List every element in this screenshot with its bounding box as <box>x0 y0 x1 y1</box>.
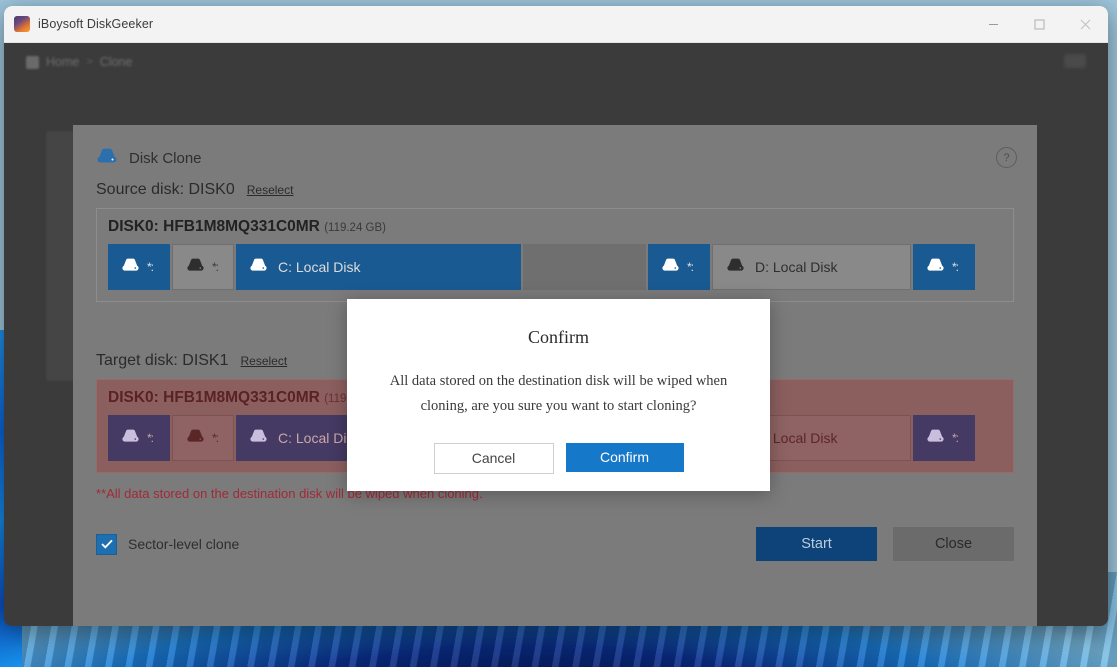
source-disk-size: (119.24 GB) <box>324 222 386 234</box>
source-partition-3 <box>523 244 646 290</box>
partition-disk-icon <box>120 428 141 448</box>
sector-level-clone-checkbox[interactable] <box>96 533 117 555</box>
partition-label: C: Local Disk <box>278 259 361 275</box>
partition-disk-icon <box>660 257 681 277</box>
source-partition-6[interactable]: *: <box>913 244 975 290</box>
minimize-icon[interactable] <box>970 6 1016 42</box>
help-icon[interactable]: ? <box>996 147 1017 168</box>
target-disk-label: Target disk: DISK1 <box>96 352 229 369</box>
partition-unnamed-label: *: <box>147 431 154 445</box>
breadcrumb-home[interactable]: Home <box>46 55 79 69</box>
partition-disk-icon <box>725 257 746 277</box>
close-button[interactable]: Close <box>893 527 1014 561</box>
source-partition-0[interactable]: *: <box>108 244 170 290</box>
checkmark-icon <box>100 539 113 549</box>
panel-footer: Sector-level clone Start Close <box>96 527 1014 561</box>
target-disk-name: DISK0: HFB1M8MQ331C0MR <box>108 389 320 406</box>
source-disk-box: DISK0: HFB1M8MQ331C0MR (119.24 GB) *: *: C… <box>96 208 1014 302</box>
confirm-dialog-buttons: Cancel Confirm <box>347 442 770 474</box>
panel-title: Disk Clone <box>129 149 202 167</box>
application-body: Home > Clone Disk Clone ? Source disk: D… <box>4 43 1108 626</box>
footer-buttons: Start Close <box>756 527 1014 561</box>
cancel-button[interactable]: Cancel <box>433 442 554 474</box>
confirm-button[interactable]: Confirm <box>565 442 684 472</box>
title-bar: iBoysoft DiskGeeker <box>4 6 1108 43</box>
partition-label: D: Local Disk <box>755 259 838 275</box>
confirm-dialog: Confirm All data stored on the destinati… <box>347 299 770 491</box>
source-partition-4[interactable]: *: <box>648 244 710 290</box>
source-disk-section: Source disk: DISK0 Reselect DISK0: HFB1M… <box>73 181 1037 302</box>
breadcrumb-current: Clone <box>99 55 133 69</box>
maximize-icon[interactable] <box>1016 6 1062 42</box>
partition-disk-icon <box>185 428 206 448</box>
sector-level-clone-label: Sector-level clone <box>128 536 240 552</box>
toolbar-chip[interactable] <box>1064 54 1086 68</box>
partition-disk-icon <box>248 428 269 448</box>
partition-disk-icon <box>120 257 141 277</box>
source-disk-name: DISK0: HFB1M8MQ331C0MR <box>108 218 320 235</box>
target-partition-6[interactable]: *: <box>913 415 975 461</box>
panel-header: Disk Clone ? <box>73 125 1037 181</box>
partition-unnamed-label: *: <box>952 431 959 445</box>
confirm-dialog-message: All data stored on the destination disk … <box>389 373 728 415</box>
sector-level-clone-option[interactable]: Sector-level clone <box>96 533 240 555</box>
app-logo-icon <box>14 16 30 32</box>
source-reselect-link[interactable]: Reselect <box>247 183 294 197</box>
partition-unnamed-label: *: <box>147 260 154 274</box>
partition-unnamed-label: *: <box>212 431 219 445</box>
partition-disk-icon <box>925 428 946 448</box>
source-partition-1[interactable]: *: <box>172 244 234 290</box>
partition-unnamed-label: *: <box>212 260 219 274</box>
window-controls <box>970 6 1108 42</box>
breadcrumb: Home > Clone <box>26 55 132 69</box>
source-disk-name-row: DISK0: HFB1M8MQ331C0MR (119.24 GB) <box>108 218 1002 236</box>
partition-disk-icon <box>925 257 946 277</box>
target-reselect-link[interactable]: Reselect <box>241 354 288 368</box>
breadcrumb-separator: > <box>86 56 93 68</box>
start-button[interactable]: Start <box>756 527 877 561</box>
confirm-dialog-title: Confirm <box>528 327 589 347</box>
partition-unnamed-label: *: <box>687 260 694 274</box>
close-icon[interactable] <box>1062 6 1108 42</box>
target-partition-1[interactable]: *: <box>172 415 234 461</box>
source-partition-5[interactable]: D: Local Disk <box>712 244 911 290</box>
partition-disk-icon <box>248 257 269 277</box>
source-disk-label-row: Source disk: DISK0 Reselect <box>96 181 1014 199</box>
home-icon[interactable] <box>26 55 39 69</box>
source-partition-bar: *: *: C: Local Disk *: D: Local Disk *: <box>108 244 1002 290</box>
app-title: iBoysoft DiskGeeker <box>38 17 154 31</box>
partition-unnamed-label: *: <box>952 260 959 274</box>
target-partition-0[interactable]: *: <box>108 415 170 461</box>
partition-disk-icon <box>185 257 206 277</box>
disk-icon <box>96 147 118 169</box>
application-window: iBoysoft DiskGeeker Home > Clone Disk Cl… <box>4 6 1108 626</box>
source-disk-label: Source disk: DISK0 <box>96 181 235 198</box>
source-partition-2[interactable]: C: Local Disk <box>236 244 521 290</box>
